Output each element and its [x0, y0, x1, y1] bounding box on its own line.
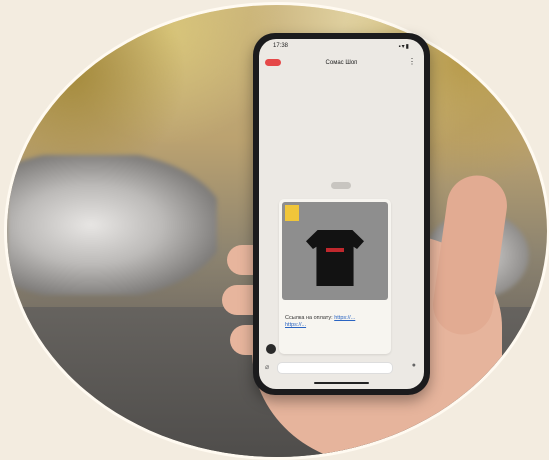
avatar[interactable]	[266, 344, 276, 354]
message-text: Ссылка на оплату: https://... https://..…	[285, 315, 385, 329]
tshirt-image	[306, 230, 364, 286]
blurred-car	[7, 155, 217, 295]
chat-header: Сомас Шоп ⋮	[259, 53, 424, 73]
message-input[interactable]	[277, 362, 393, 374]
tshirt-logo	[326, 248, 344, 252]
paperclip-icon[interactable]: ⌀	[265, 363, 269, 371]
phone-screen: 17:38 ▪▾▮ Сомас Шоп ⋮ Ссылка на оплату: …	[259, 39, 424, 389]
status-time: 17:38	[273, 43, 289, 49]
message-bubble[interactable]: Ссылка на оплату: https://... https://..…	[279, 199, 391, 354]
chat-title: Сомас Шоп	[325, 60, 358, 66]
payment-link[interactable]: https://...	[285, 322, 306, 328]
product-photo[interactable]	[282, 202, 388, 300]
payment-link[interactable]: https://...	[334, 315, 355, 321]
message-label: Ссылка на оплату:	[285, 315, 333, 321]
microphone-icon[interactable]: ●	[412, 362, 416, 369]
smartphone: 17:38 ▪▾▮ Сомас Шоп ⋮ Ссылка на оплату: …	[253, 33, 430, 395]
ellipsis-icon[interactable]: ⋮	[408, 57, 416, 66]
date-chip	[331, 182, 351, 189]
message-input-bar: ⌀ ●	[265, 361, 418, 374]
photo-tag	[285, 205, 299, 221]
status-icons: ▪▾▮	[398, 44, 410, 50]
home-indicator[interactable]	[314, 382, 369, 384]
status-bar: 17:38 ▪▾▮	[259, 39, 424, 53]
